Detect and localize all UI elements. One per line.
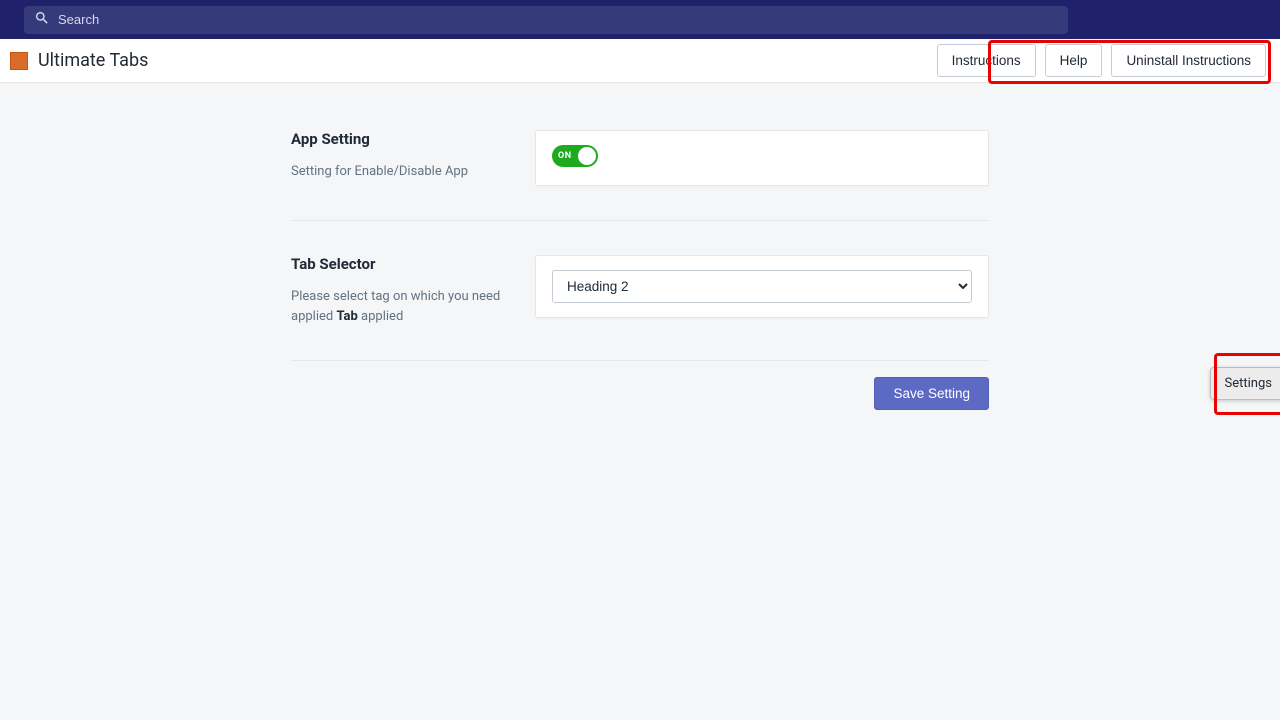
uninstall-instructions-button[interactable]: Uninstall Instructions (1111, 44, 1266, 77)
save-row: Save Setting (291, 377, 989, 410)
toggle-knob-icon (578, 147, 596, 165)
instructions-button[interactable]: Instructions (937, 44, 1036, 77)
settings-floating-tab[interactable]: Settings (1210, 367, 1280, 400)
help-button[interactable]: Help (1045, 44, 1103, 77)
app-setting-card: ON (535, 130, 989, 186)
app-title-wrap: Ultimate Tabs (10, 50, 148, 71)
app-enable-toggle[interactable]: ON (552, 145, 598, 167)
app-setting-title: App Setting (291, 130, 515, 148)
tab-selector-title: Tab Selector (291, 255, 515, 273)
tag-select[interactable]: Heading 1Heading 2Heading 3Heading 4Head… (552, 270, 972, 303)
save-setting-button[interactable]: Save Setting (874, 377, 989, 410)
search-input[interactable] (58, 12, 1058, 27)
section-tab-selector: Tab Selector Please select tag on which … (291, 255, 989, 361)
search-box[interactable] (24, 6, 1068, 34)
header-buttons: Instructions Help Uninstall Instructions (937, 44, 1266, 77)
app-logo-icon (10, 52, 28, 70)
section-app-setting: App Setting Setting for Enable/Disable A… (291, 130, 989, 221)
search-icon (34, 10, 50, 30)
tab-selector-desc-post: applied (358, 309, 403, 324)
top-search-bar (0, 0, 1280, 39)
app-setting-description: Setting for Enable/Disable App (291, 162, 515, 182)
tab-selector-description: Please select tag on which you need appl… (291, 287, 515, 326)
tab-selector-card: Heading 1Heading 2Heading 3Heading 4Head… (535, 255, 989, 318)
app-title: Ultimate Tabs (38, 50, 148, 71)
app-header: Ultimate Tabs Instructions Help Uninstal… (0, 39, 1280, 83)
tab-selector-desc-bold: Tab (336, 309, 357, 324)
toggle-state-label: ON (558, 151, 572, 161)
main-content: App Setting Setting for Enable/Disable A… (0, 83, 1280, 410)
